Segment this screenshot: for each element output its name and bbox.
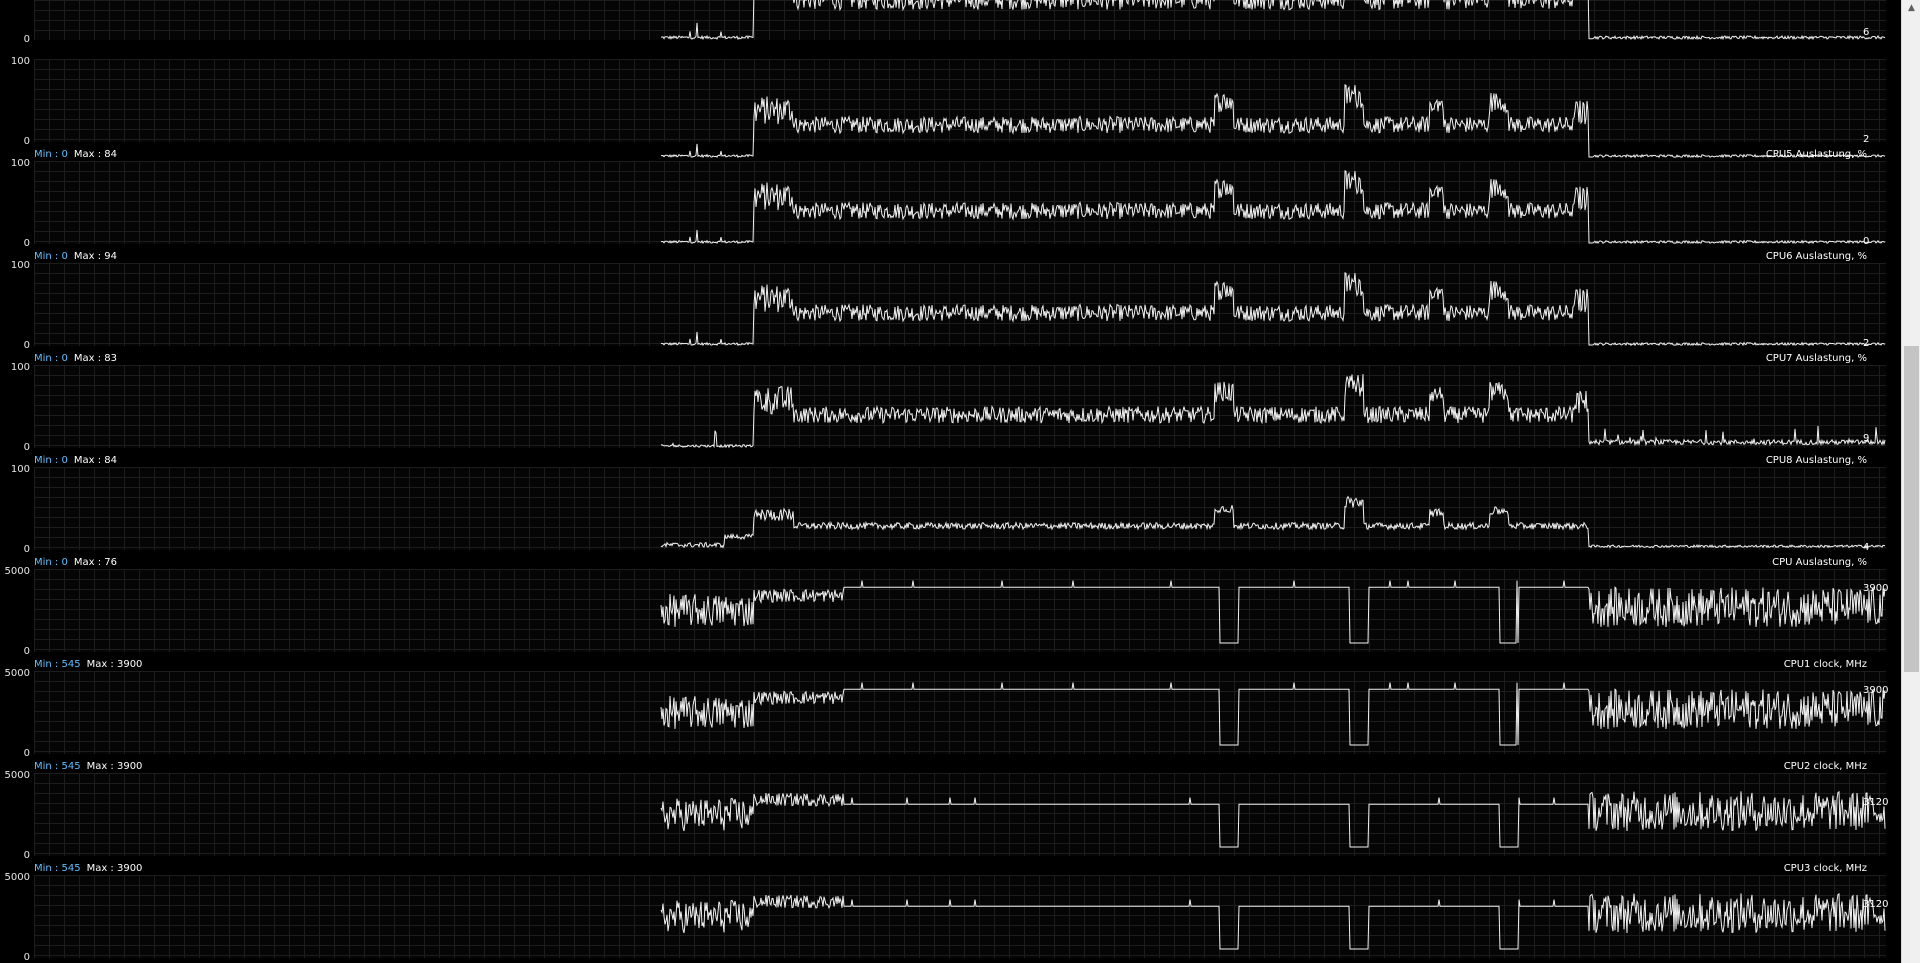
current-value: 2: [1863, 338, 1870, 349]
graph-trace: [660, 0, 1886, 41]
current-value: 4: [1863, 542, 1870, 553]
trace-line: [660, 790, 1886, 848]
trace-line: [660, 580, 1886, 644]
graph-trace: [660, 170, 1886, 245]
y-axis-max-label: 100: [10, 362, 30, 373]
y-axis-max-label: 100: [10, 464, 30, 475]
graph-panel-cpu4-util: 0 6: [0, 0, 1901, 45]
y-axis-max-label: 5000: [4, 872, 30, 883]
y-axis-min-label: 0: [23, 850, 30, 861]
y-axis-min-label: 0: [23, 442, 30, 453]
y-axis-max-label: 5000: [4, 770, 30, 781]
graph-trace: [660, 272, 1886, 347]
graph-trace: [660, 374, 1886, 449]
current-value: 0: [1863, 236, 1870, 247]
graph-trace: [660, 790, 1886, 848]
y-axis-min-label: 0: [23, 136, 30, 147]
vertical-scrollbar[interactable]: ▲: [1901, 0, 1920, 963]
graph-panel-cpu8-util: 100 0 9 Min : 0 Max : 84 CPU8 Auslastung,…: [0, 351, 1901, 466]
graph-trace: [660, 682, 1886, 746]
trace-line: [660, 682, 1886, 746]
graph-trace: [660, 580, 1886, 644]
current-value: 3120: [1863, 797, 1889, 808]
trace-line: [660, 374, 1886, 449]
monitoring-graphs: 0 6 100 0 2 Min : 0 Max : 84 CPU5 Auslast…: [0, 0, 1901, 963]
y-axis-min-label: 0: [23, 340, 30, 351]
graph-panel-cpu3-clock: 5000 0 3120 Min : 545 Max : 3900 CPU3 clo…: [0, 759, 1901, 874]
graph-panel-cpu2-clock: 5000 0 3900 Min : 545 Max : 3900 CPU2 clo…: [0, 657, 1901, 772]
trace-line: [660, 272, 1886, 347]
y-axis-min-label: 0: [23, 646, 30, 657]
y-axis-min-label: 0: [23, 238, 30, 249]
current-value: 3900: [1863, 685, 1889, 696]
y-axis-max-label: 100: [10, 158, 30, 169]
graph-trace: [660, 495, 1886, 549]
y-axis-max-label: 100: [10, 260, 30, 271]
current-value: 2: [1863, 134, 1870, 145]
graph-panel-cpu6-util: 100 0 0 Min : 0 Max : 94 CPU6 Auslastung,…: [0, 147, 1901, 262]
graph-panel-cpu-util: 100 0 4 Min : 0 Max : 76 CPU Auslastung, …: [0, 453, 1901, 568]
y-axis-min-label: 0: [23, 952, 30, 963]
y-axis-max-label: 5000: [4, 566, 30, 577]
y-axis-min-label: 0: [23, 34, 30, 45]
current-value: 3900: [1863, 583, 1889, 594]
scrollbar-thumb[interactable]: [1904, 346, 1919, 672]
trace-line: [660, 0, 1886, 41]
y-axis-max-label: 5000: [4, 668, 30, 679]
graph-trace: [660, 84, 1886, 159]
graph-panel-cpu1-clock: 5000 0 3900 Min : 545 Max : 3900 CPU1 clo…: [0, 555, 1901, 670]
graph-panel-cpu7-util: 100 0 2 Min : 0 Max : 83 CPU7 Auslastung,…: [0, 249, 1901, 364]
current-value: 6: [1863, 27, 1870, 38]
y-axis-max-label: 100: [10, 56, 30, 67]
graph-panel-cpu5-util: 100 0 2 Min : 0 Max : 84 CPU5 Auslastung,…: [0, 45, 1901, 160]
y-axis-min-label: 0: [23, 748, 30, 759]
current-value: 3120: [1863, 899, 1889, 910]
current-value: 9: [1863, 433, 1870, 444]
trace-line: [660, 495, 1886, 549]
graph-trace: [660, 892, 1886, 950]
trace-line: [660, 170, 1886, 245]
trace-line: [660, 892, 1886, 950]
scroll-up-arrow-icon[interactable]: ▲: [1902, 0, 1920, 17]
graph-panel-cpu4-clock: 5000 0 3120: [0, 861, 1901, 963]
y-axis-min-label: 0: [23, 544, 30, 555]
